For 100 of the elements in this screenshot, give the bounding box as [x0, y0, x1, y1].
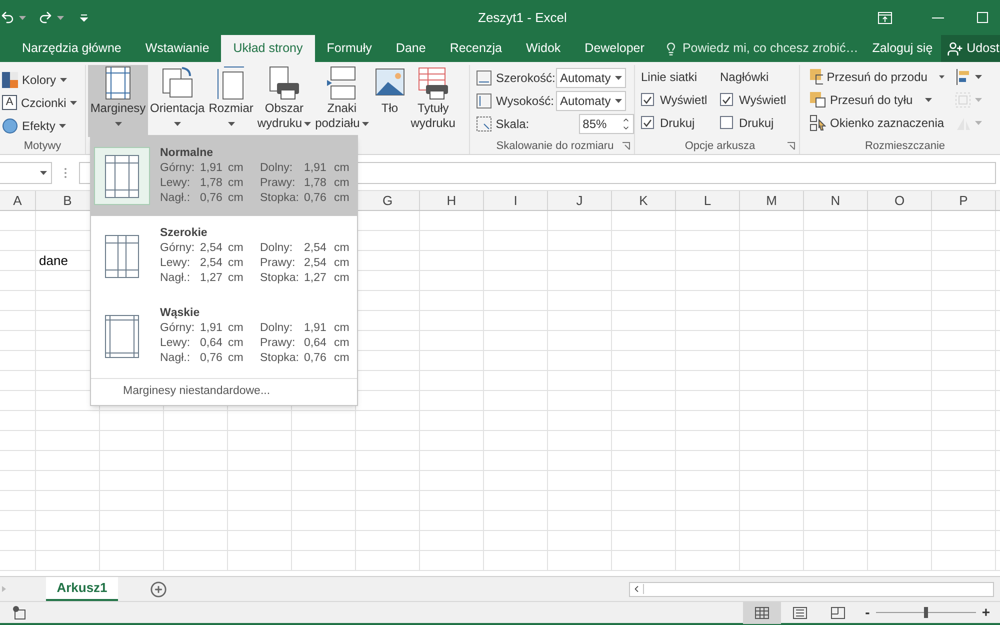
margin-value: 2,54: [304, 256, 328, 271]
column-header[interactable]: H: [420, 191, 484, 210]
unit-label: cm: [227, 336, 244, 351]
unit-label: cm: [333, 256, 350, 271]
sign-in-link[interactable]: Zaloguj się: [872, 35, 933, 62]
margin-value: 1,78: [200, 176, 222, 191]
field-label: Szerokość:: [496, 70, 556, 86]
layers-backward-icon: [810, 92, 826, 108]
ribbon-button[interactable]: Rozmiar: [206, 65, 256, 137]
margin-option[interactable]: Szerokie Górny: 2,54 cm Dolny: 2,54 cm Lewy: 2,54 cm Prawy: 2,54 cm Nagł.: 1,27 cm Stopka: 1,27 cm: [91, 216, 357, 296]
checkbox[interactable]: [720, 93, 733, 106]
group-label: Motywy: [24, 138, 62, 154]
margin-option[interactable]: Wąskie Górny: 1,91 cm Dolny: 1,91 cm Lewy: 0,64 cm Prawy: 0,64 cm Nagł.: 0,76 cm Stopka: 0,76 cm: [91, 296, 357, 376]
checkbox-label: Drukuj: [660, 114, 695, 132]
option-title: Wąskie: [160, 306, 201, 321]
arrange-button[interactable]: Okienko zaznaczenia: [810, 111, 945, 134]
ribbon-button[interactable]: Znaki podziału: [313, 65, 371, 137]
dialog-launcher-icon[interactable]: [787, 142, 795, 150]
customize-toolbar-icon[interactable]: [80, 14, 88, 22]
caret-icon: [70, 100, 78, 104]
checkbox[interactable]: [720, 116, 733, 129]
spin-field[interactable]: 85%: [578, 114, 634, 134]
ribbon-tab[interactable]: Formuły: [314, 35, 384, 62]
column-header[interactable]: J: [548, 191, 612, 210]
margin-label: Prawy:: [260, 256, 296, 271]
column-header[interactable]: N: [804, 191, 868, 210]
align-icon: [955, 68, 971, 84]
custom-margins-item[interactable]: Marginesy niestandardowe...: [91, 379, 357, 405]
zoom-slider[interactable]: [876, 606, 976, 618]
caret-icon: [975, 98, 982, 102]
field-label: Wysokość:: [496, 92, 555, 110]
margin-value: 1,91: [304, 161, 328, 176]
column-header[interactable]: O: [868, 191, 932, 210]
caret-icon: [615, 76, 622, 80]
unit-label: cm: [227, 191, 244, 206]
sheet-tab[interactable]: Arkusz1: [46, 577, 118, 601]
user-plus-icon: [946, 40, 963, 56]
checkbox[interactable]: [641, 93, 654, 106]
ribbon-tab[interactable]: Recenzja: [438, 35, 514, 62]
ribbon-tab[interactable]: Układ strony: [221, 35, 315, 62]
ribbon-tab[interactable]: Widok: [514, 35, 573, 62]
caret-icon: [19, 16, 26, 20]
column-header[interactable]: L: [676, 191, 740, 210]
macro-record-icon[interactable]: [12, 606, 26, 620]
ribbon-tab[interactable]: Deweloper: [572, 35, 656, 62]
ribbon-button[interactable]: Tło: [370, 65, 409, 137]
arrange-button[interactable]: Przesuń do tyłu: [810, 88, 945, 111]
share-button[interactable]: Udost: [940, 35, 1000, 62]
arrange-button[interactable]: Przesuń do przodu: [810, 65, 945, 88]
margin-value: 2,54: [200, 241, 222, 256]
page-margins-icon: [105, 234, 139, 278]
ribbon-display-icon[interactable]: [878, 12, 892, 24]
undo-icon[interactable]: [0, 10, 15, 25]
zoom-slider-thumb[interactable]: [924, 607, 928, 618]
unit-label: cm: [333, 321, 350, 336]
option-title: Normalne: [160, 146, 214, 161]
page-margins-icon: [105, 154, 139, 198]
margin-label: Dolny:: [260, 321, 294, 336]
unit-label: cm: [333, 241, 350, 256]
grid-view-icon[interactable]: [743, 602, 782, 624]
margin-label: Nagł.:: [160, 271, 192, 286]
column-header[interactable]: A: [0, 191, 36, 210]
dialog-launcher-icon[interactable]: [622, 142, 630, 150]
option-heading: Nagłówki: [720, 68, 770, 86]
ribbon-tab[interactable]: Narzędzia główne: [10, 35, 134, 62]
minimize-icon[interactable]: [932, 16, 944, 18]
horizontal-scrollbar[interactable]: [629, 582, 994, 596]
unit-label: cm: [333, 271, 350, 286]
ribbon-tab[interactable]: Wstawianie: [133, 35, 222, 62]
zoom-out-button[interactable]: -: [865, 602, 870, 623]
unit-label: cm: [333, 191, 350, 206]
theme-menu-button[interactable]: Kolory: [0, 68, 85, 91]
margin-label: Lewy:: [160, 256, 192, 271]
theme-menu-button[interactable]: A Czcionki: [0, 91, 85, 114]
scale-icon: [476, 116, 492, 132]
option-heading: Linie siatki: [641, 68, 698, 86]
maximize-icon[interactable]: [977, 12, 988, 23]
ribbon-button[interactable]: Tytuły wydruku: [408, 65, 458, 137]
column-header[interactable]: I: [484, 191, 548, 210]
checkbox-label: Drukuj: [739, 114, 774, 132]
margin-option[interactable]: Normalne Górny: 1,91 cm Dolny: 1,91 cm Lewy: 1,78 cm Prawy: 1,78 cm Nagł.: 0,76 cm Stopka: 0,76 cm: [91, 136, 357, 216]
margin-value: 0,76: [200, 191, 222, 206]
checkbox[interactable]: [641, 116, 654, 129]
margin-label: Nagł.:: [160, 351, 192, 366]
theme-menu-button[interactable]: Efekty: [0, 114, 85, 137]
column-header[interactable]: M: [740, 191, 804, 210]
margin-label: Prawy:: [260, 176, 296, 191]
column-header[interactable]: K: [612, 191, 676, 210]
option-title: Szerokie: [160, 226, 208, 241]
zoom-in-button[interactable]: +: [982, 602, 990, 623]
add-sheet-icon[interactable]: [150, 580, 167, 598]
column-header[interactable]: P: [932, 191, 996, 210]
dropdown-field[interactable]: Automaty: [556, 68, 626, 88]
ribbon-tab[interactable]: Dane: [384, 35, 438, 62]
tell-me-search[interactable]: Powiedz mi, co chcesz zrobić…: [664, 35, 858, 62]
redo-icon[interactable]: [38, 10, 53, 25]
ribbon-button[interactable]: Marginesy: [88, 65, 148, 137]
unit-label: cm: [333, 351, 350, 366]
dropdown-field[interactable]: Automaty: [556, 90, 626, 110]
group-label: Opcje arkusza: [684, 138, 756, 154]
